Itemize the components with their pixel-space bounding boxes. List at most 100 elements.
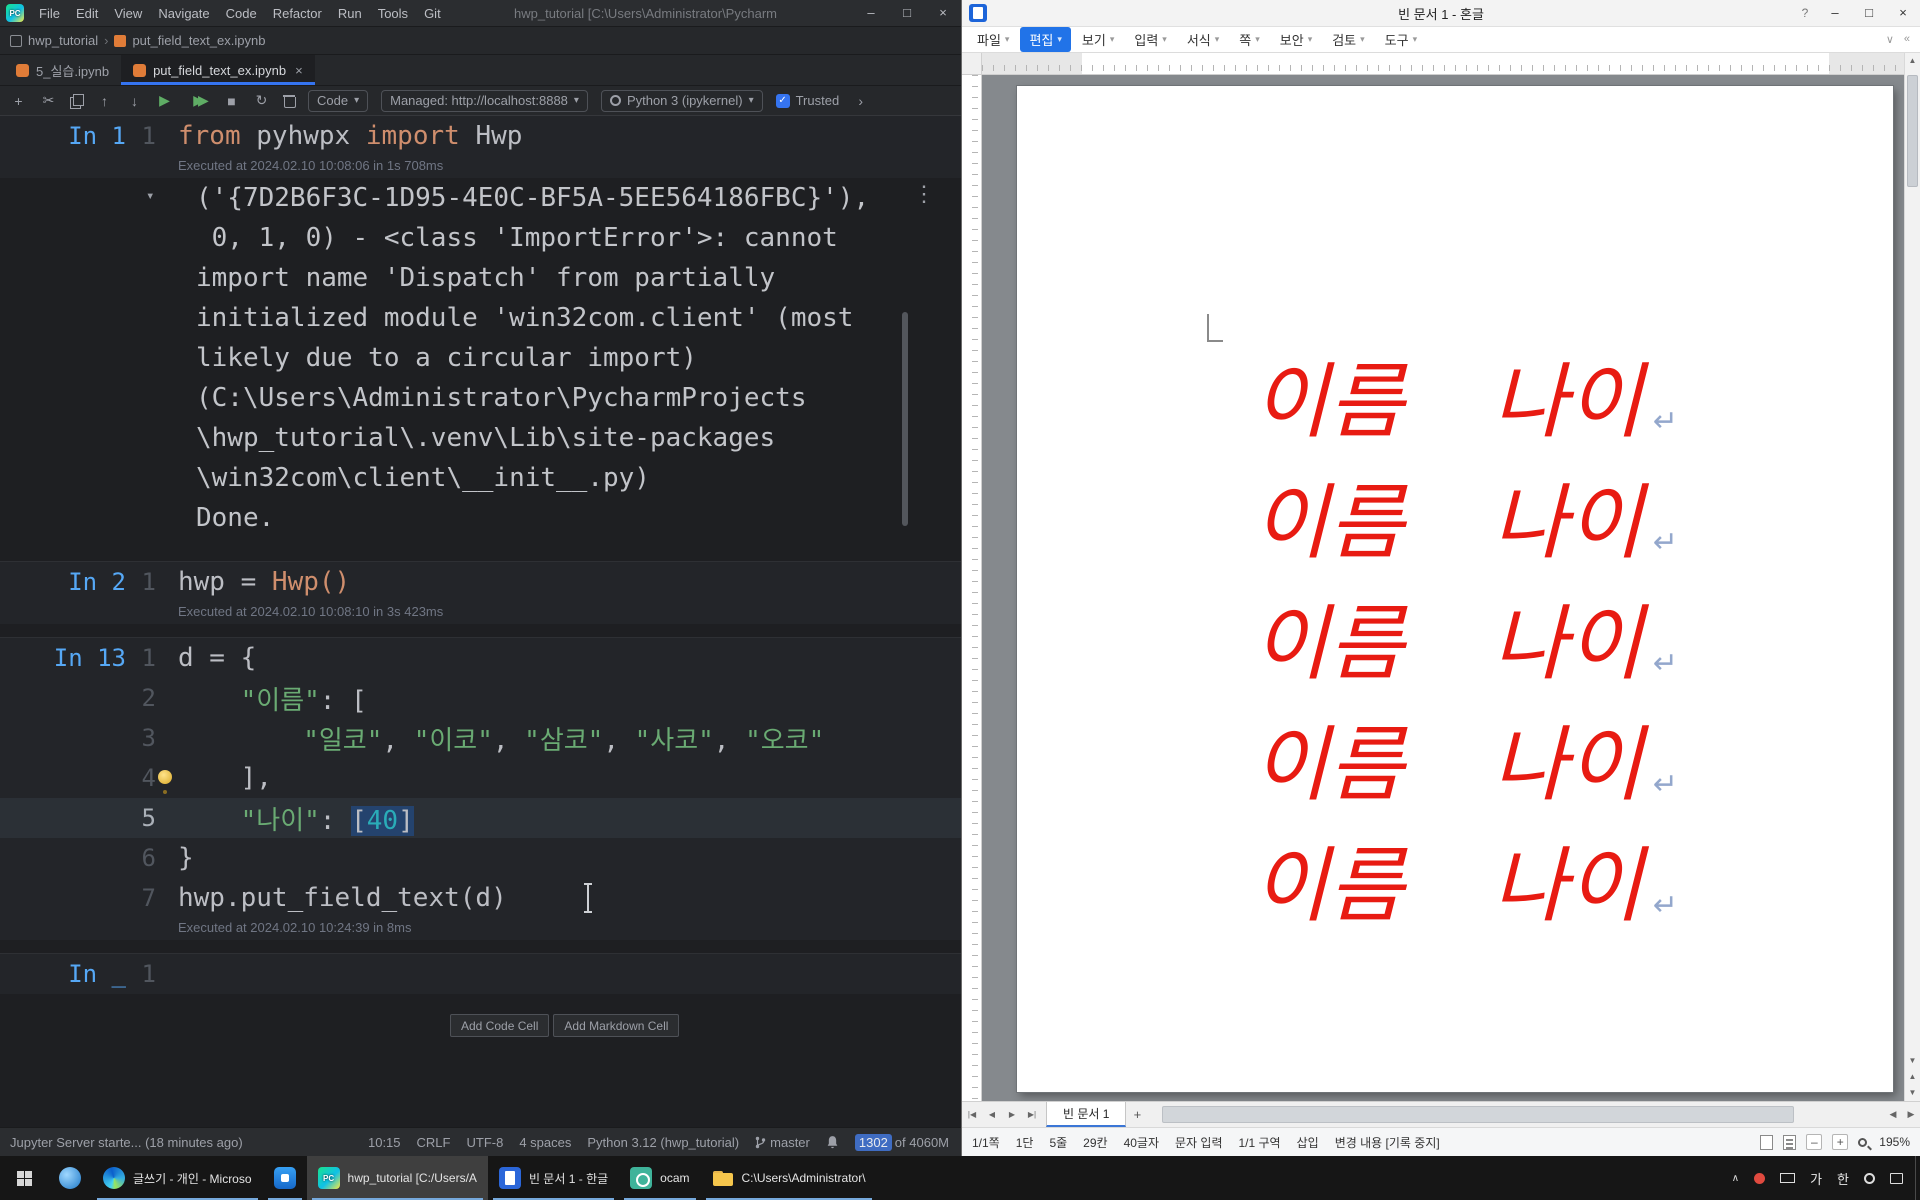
notifications-bell-icon[interactable] (826, 1135, 839, 1149)
copy-cell-icon[interactable] (70, 94, 83, 108)
jupyter-server-dropdown[interactable]: Managed: http://localhost:8888 ▾ (381, 90, 588, 112)
breadcrumb-project[interactable]: hwp_tutorial (28, 33, 98, 48)
toolbar-overflow-icon[interactable]: › (852, 93, 869, 109)
last-tab-button[interactable]: ▶| (1022, 1110, 1042, 1119)
next-tab-button[interactable]: ▶ (1002, 1110, 1022, 1119)
hwp-close-button[interactable]: × (1886, 0, 1920, 26)
memory-indicator[interactable]: 1302of 4060M (855, 1135, 949, 1150)
cut-cell-icon[interactable]: ✂ (40, 92, 57, 109)
code-line[interactable]: In 131d = { (0, 638, 961, 678)
add-code-cell-button[interactable]: Add Code Cell (450, 1014, 549, 1037)
notebook-cell[interactable]: In 21hwp = Hwp()Executed at 2024.02.10 1… (0, 561, 961, 624)
record-icon[interactable] (1754, 1173, 1765, 1184)
hwp-menu-item[interactable]: 검토▾ (1323, 27, 1373, 52)
taskbar-button[interactable]: 빈 문서 1 - 한글 (488, 1156, 619, 1200)
interpreter-widget[interactable]: Python 3.12 (hwp_tutorial) (587, 1135, 739, 1150)
code-line[interactable]: 4 ], (0, 758, 961, 798)
cell-type-dropdown[interactable]: Code ▾ (308, 90, 368, 112)
menu-item-tools[interactable]: Tools (371, 4, 415, 23)
scroll-right-button[interactable]: ▶ (1902, 1109, 1920, 1120)
add-tab-button[interactable]: + (1126, 1107, 1148, 1122)
notebook-cell[interactable]: In _1 (0, 953, 961, 994)
menu-item-file[interactable]: File (32, 4, 67, 23)
add-markdown-cell-button[interactable]: Add Markdown Cell (553, 1014, 679, 1037)
move-cell-down-icon[interactable]: ↓ (126, 93, 143, 109)
first-tab-button[interactable]: |◀ (962, 1110, 982, 1119)
hwp-maximize-button[interactable]: □ (1852, 0, 1886, 26)
display-icon[interactable] (1780, 1173, 1795, 1183)
code-line[interactable]: In _1 (0, 954, 961, 994)
breadcrumb-file[interactable]: put_field_text_ex.ipynb (132, 33, 265, 48)
delete-cell-icon[interactable] (283, 94, 295, 108)
hwp-menu-item[interactable]: 보안▾ (1271, 27, 1321, 52)
hwp-menu-item[interactable]: 파일▾ (968, 27, 1018, 52)
run-cell-icon[interactable]: ▶ (156, 92, 173, 109)
document-page[interactable]: 이름나이↵이름나이↵이름나이↵이름나이↵이름나이↵ (1017, 86, 1893, 1092)
next-page-button[interactable]: ▼ (1905, 1085, 1920, 1101)
code-line[interactable]: In 11from pyhwpx import Hwp (0, 116, 961, 156)
code-line[interactable]: 6} (0, 838, 961, 878)
hwp-menu-item[interactable]: 쪽▾ (1230, 27, 1269, 52)
zoom-level[interactable]: 195% (1879, 1135, 1910, 1149)
menu-item-git[interactable]: Git (417, 4, 448, 23)
hwp-minimize-button[interactable]: – (1818, 0, 1852, 26)
menu-item-navigate[interactable]: Navigate (151, 4, 216, 23)
hwp-menu-item[interactable]: 입력▾ (1125, 27, 1175, 52)
page-layout-view-icon[interactable] (1783, 1135, 1796, 1150)
horizontal-scrollbar-thumb[interactable] (1162, 1106, 1794, 1123)
scroll-up-button[interactable]: ▲ (1905, 53, 1920, 69)
taskbar-button[interactable]: C:\Users\Administrator\ (701, 1156, 877, 1200)
page-view-icon[interactable] (1760, 1135, 1773, 1150)
zoom-magnifier-icon[interactable] (1858, 1138, 1867, 1147)
menu-item-code[interactable]: Code (219, 4, 264, 23)
indent-widget[interactable]: 4 spaces (519, 1135, 571, 1150)
notebook-cell[interactable]: In 11from pyhwpx import HwpExecuted at 2… (0, 116, 961, 178)
hwp-menu-item[interactable]: 편집▾ (1020, 27, 1070, 52)
close-tab-icon[interactable]: × (295, 63, 303, 78)
hwp-menu-item[interactable]: 도구▾ (1376, 27, 1426, 52)
run-all-cells-icon[interactable]: ▶▶ (186, 92, 210, 109)
notebook-area[interactable]: ✓ ▾ ⋮ ('{7D2B6F3C-1D95-4E0C-BF5A-5EE5641… (0, 116, 961, 1127)
horizontal-ruler[interactable] (982, 53, 1904, 75)
vertical-ruler[interactable] (962, 75, 982, 1101)
ime-korean-a[interactable]: 가 (1810, 1169, 1822, 1188)
menu-item-edit[interactable]: Edit (69, 4, 105, 23)
minimize-button[interactable]: – (853, 0, 889, 26)
code-line[interactable]: In 21hwp = Hwp() (0, 562, 961, 602)
document-tab[interactable]: 빈 문서 1 (1046, 1102, 1126, 1127)
vertical-scrollbar[interactable]: ▲ ▼ ▲ ▼ (1904, 53, 1920, 1101)
horizontal-scrollbar[interactable] (1150, 1102, 1882, 1127)
notebook-cell[interactable]: In 131d = {2 "이름": [3 "일코", "이코", "삼코", … (0, 637, 961, 940)
hwp-menu-item[interactable]: 서식▾ (1178, 27, 1228, 52)
scroll-down-button[interactable]: ▼ (1905, 1053, 1920, 1069)
code-line[interactable]: 2 "이름": [ (0, 678, 961, 718)
line-separator-widget[interactable]: CRLF (417, 1135, 451, 1150)
menu-item-run[interactable]: Run (331, 4, 369, 23)
taskbar-button[interactable]: 글쓰기 - 개인 - Microso (92, 1156, 263, 1200)
add-cell-icon[interactable]: + (10, 93, 27, 109)
output-scrollbar-thumb[interactable] (902, 312, 908, 526)
restart-kernel-icon[interactable]: ↻ (253, 92, 270, 109)
tray-status-icon[interactable] (1864, 1173, 1875, 1184)
lightbulb-icon[interactable] (158, 770, 172, 784)
help-icon[interactable]: ? (1792, 6, 1818, 20)
ime-korean-han[interactable]: 한 (1837, 1169, 1849, 1188)
scrollbar-thumb[interactable] (1907, 75, 1918, 187)
code-line[interactable]: 3 "일코", "이코", "삼코", "사코", "오코" (0, 718, 961, 758)
menu-item-view[interactable]: View (107, 4, 149, 23)
trusted-checkbox[interactable]: ✓ Trusted (776, 93, 840, 108)
move-cell-up-icon[interactable]: ↑ (96, 93, 113, 109)
document-viewport[interactable]: 이름나이↵이름나이↵이름나이↵이름나이↵이름나이↵ (982, 75, 1904, 1101)
encoding-widget[interactable]: UTF-8 (466, 1135, 503, 1150)
scroll-left-button[interactable]: ◀ (1884, 1109, 1902, 1120)
code-line[interactable]: 7hwp.put_field_text(d) (0, 878, 961, 918)
prev-page-button[interactable]: ▲ (1905, 1069, 1920, 1085)
toolbar-fold-icon[interactable]: ∨ (1886, 33, 1894, 46)
taskbar-button[interactable] (263, 1156, 307, 1200)
zoom-out-button[interactable]: – (1806, 1134, 1822, 1150)
prev-tab-button[interactable]: ◀ (982, 1110, 1002, 1119)
hwp-menu-item[interactable]: 보기▾ (1073, 27, 1123, 52)
action-center-icon[interactable] (1890, 1173, 1903, 1184)
tool-window-icon[interactable] (10, 35, 22, 47)
start-button[interactable] (0, 1156, 48, 1200)
